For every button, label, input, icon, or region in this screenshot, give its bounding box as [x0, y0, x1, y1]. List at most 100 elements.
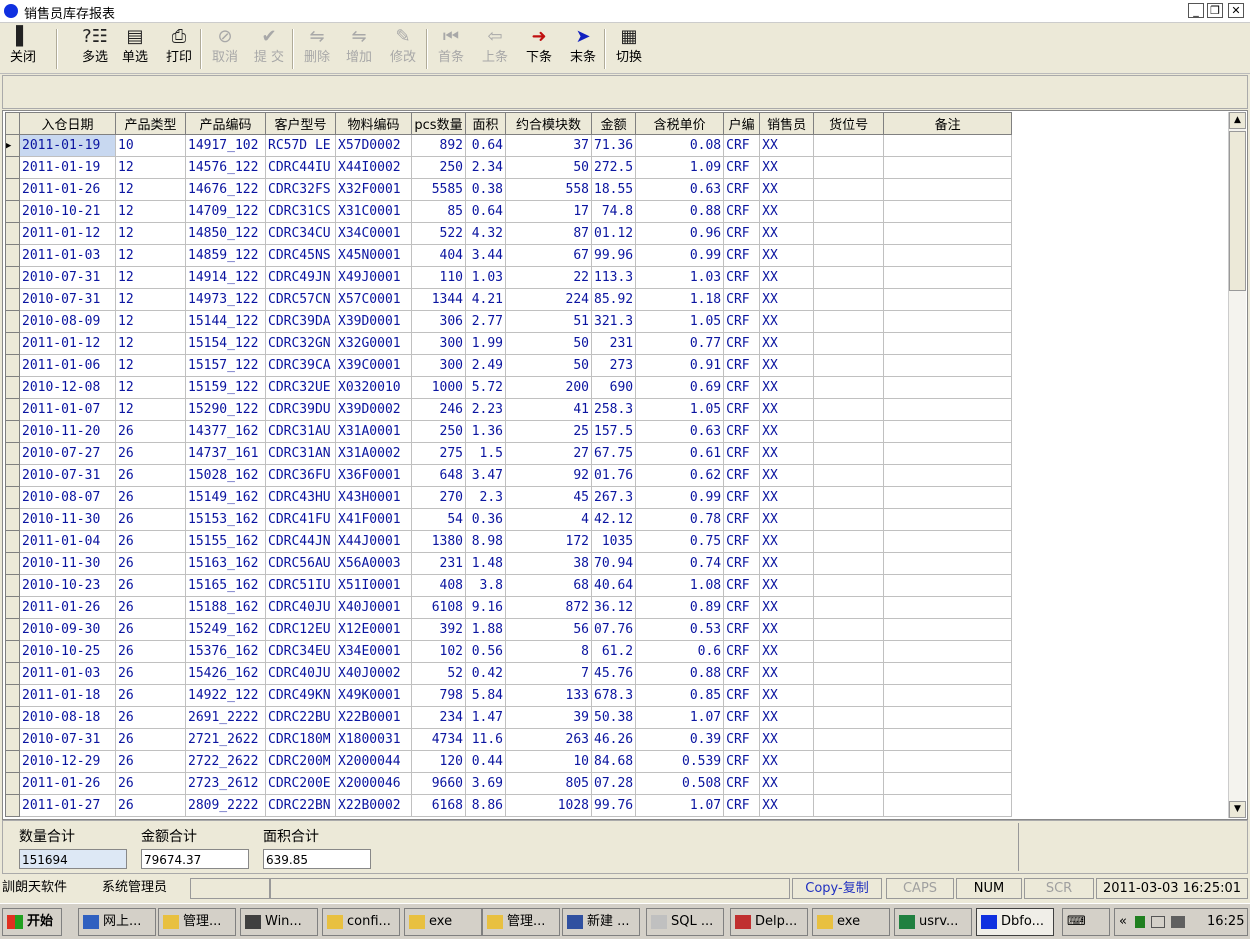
table-cell[interactable]: 2010-07-31 — [19, 266, 116, 289]
table-cell[interactable]: 1.18 — [635, 288, 725, 311]
table-cell[interactable]: CDRC31AN — [265, 442, 336, 465]
table-cell[interactable]: 2010-08-07 — [19, 486, 116, 509]
table-cell[interactable]: 1.09 — [635, 156, 725, 179]
table-cell[interactable]: 3.69 — [465, 772, 506, 795]
table-cell[interactable]: 2010-12-29 — [19, 750, 116, 773]
table-cell[interactable] — [813, 552, 885, 575]
table-cell[interactable]: CDRC200M — [265, 750, 336, 773]
table-cell[interactable]: X0320010 — [335, 376, 412, 399]
table-cell[interactable] — [883, 772, 1013, 795]
table-cell[interactable]: 2011-01-03 — [19, 662, 116, 685]
table-cell[interactable]: 2010-09-30 — [19, 618, 116, 641]
table-cell[interactable]: 46.26 — [590, 728, 637, 751]
table-cell[interactable]: 408 — [411, 574, 466, 597]
table-cell[interactable]: XX — [759, 310, 815, 333]
table-cell[interactable]: 1.05 — [635, 310, 725, 333]
table-cell[interactable]: 26 — [115, 508, 186, 531]
table-cell[interactable] — [813, 222, 885, 245]
table-cell[interactable]: 12 — [115, 332, 186, 355]
table-cell[interactable]: 2011-01-26 — [19, 178, 116, 201]
table-cell[interactable]: 234 — [411, 706, 466, 729]
table-row[interactable]: 2010-07-27 26 14737_161 CDRC31AN X31A0002 275… — [5, 442, 1013, 465]
table-cell[interactable]: XX — [759, 552, 815, 575]
table-cell[interactable]: 15376_162 — [185, 640, 266, 663]
table-cell[interactable]: 0.99 — [635, 486, 725, 509]
table-cell[interactable] — [813, 728, 885, 751]
table-cell[interactable]: CRF — [723, 552, 761, 575]
row-indicator[interactable] — [5, 464, 20, 487]
table-row[interactable]: 2011-01-06 12 15157_122 CDRC39CA X39C0001 300… — [5, 354, 1013, 377]
table-cell[interactable]: 0.96 — [635, 222, 725, 245]
toolbar-button-9[interactable]: ⏮ 首条 — [430, 25, 472, 71]
table-cell[interactable]: 56 — [505, 618, 592, 641]
table-cell[interactable]: 231 — [590, 332, 637, 355]
column-header[interactable]: 备注 — [883, 112, 1013, 135]
table-cell[interactable]: X49J0001 — [335, 266, 412, 289]
table-cell[interactable]: 71.36 — [590, 134, 637, 157]
table-cell[interactable]: 12 — [115, 222, 186, 245]
table-cell[interactable]: 14914_122 — [185, 266, 266, 289]
row-indicator[interactable] — [5, 354, 20, 377]
table-cell[interactable]: 26 — [115, 640, 186, 663]
table-cell[interactable]: 14917_102 — [185, 134, 266, 157]
security-icon[interactable] — [1151, 916, 1165, 928]
table-cell[interactable]: 10 — [115, 134, 186, 157]
table-cell[interactable] — [883, 662, 1013, 685]
table-cell[interactable]: 15426_162 — [185, 662, 266, 685]
table-cell[interactable] — [883, 552, 1013, 575]
table-cell[interactable]: CRF — [723, 684, 761, 707]
table-cell[interactable] — [883, 750, 1013, 773]
table-cell[interactable]: CDRC56AU — [265, 552, 336, 575]
row-indicator[interactable] — [5, 706, 20, 729]
data-grid[interactable]: 入仓日期 产品类型 产品编码 客户型号 物料编码 pcs数量 面积 约合模块数 金额 含税单价 户编… — [2, 110, 1248, 820]
toolbar-button-7[interactable]: ⇋ 增加 — [338, 25, 380, 71]
table-cell[interactable]: 2011-01-26 — [19, 772, 116, 795]
table-cell[interactable]: 1028 — [505, 794, 592, 817]
table-cell[interactable]: CDRC39CA — [265, 354, 336, 377]
table-cell[interactable]: 0.539 — [635, 750, 725, 773]
table-cell[interactable]: 84.68 — [590, 750, 637, 773]
table-cell[interactable]: 4.32 — [465, 222, 506, 245]
table-cell[interactable]: 99.96 — [590, 244, 637, 267]
table-cell[interactable]: 0.99 — [635, 244, 725, 267]
table-cell[interactable] — [813, 178, 885, 201]
table-cell[interactable] — [883, 508, 1013, 531]
table-cell[interactable]: CRF — [723, 134, 761, 157]
table-cell[interactable] — [883, 288, 1013, 311]
scroll-down-icon[interactable]: ▼ — [1229, 801, 1246, 818]
table-cell[interactable]: 15159_122 — [185, 376, 266, 399]
table-cell[interactable] — [883, 530, 1013, 553]
table-cell[interactable]: 2.3 — [465, 486, 506, 509]
table-cell[interactable]: 26 — [115, 486, 186, 509]
toolbar-button-5[interactable]: ✔ 提 交 — [248, 25, 290, 71]
table-cell[interactable]: 2.34 — [465, 156, 506, 179]
taskbar-item[interactable]: 网上... — [78, 908, 156, 936]
table-cell[interactable]: 5.72 — [465, 376, 506, 399]
table-cell[interactable]: 15154_122 — [185, 332, 266, 355]
table-cell[interactable]: 2809_2222 — [185, 794, 266, 817]
taskbar-item[interactable]: exe — [812, 908, 890, 936]
table-cell[interactable]: 92 — [505, 464, 592, 487]
table-row[interactable]: 2010-07-31 26 2721_2622 CDRC180M X1800031 473… — [5, 728, 1013, 751]
table-cell[interactable]: 133 — [505, 684, 592, 707]
table-cell[interactable]: CRF — [723, 442, 761, 465]
table-cell[interactable]: 0.38 — [465, 178, 506, 201]
table-row[interactable]: 2010-08-07 26 15149_162 CDRC43HU X43H0001 270… — [5, 486, 1013, 509]
column-header[interactable]: 产品编码 — [185, 112, 266, 135]
table-cell[interactable] — [883, 464, 1013, 487]
table-cell[interactable]: CDRC32FS — [265, 178, 336, 201]
table-cell[interactable]: 2011-01-19 — [19, 134, 116, 157]
table-row[interactable]: 2011-01-26 26 15188_162 CDRC40JU X40J0001 610… — [5, 596, 1013, 619]
table-cell[interactable]: 12 — [115, 376, 186, 399]
table-cell[interactable]: CRF — [723, 310, 761, 333]
table-cell[interactable]: 2010-10-21 — [19, 200, 116, 223]
table-cell[interactable]: 01.12 — [590, 222, 637, 245]
table-cell[interactable]: 27 — [505, 442, 592, 465]
table-cell[interactable]: 246 — [411, 398, 466, 421]
table-cell[interactable]: X2000044 — [335, 750, 412, 773]
table-cell[interactable]: X41F0001 — [335, 508, 412, 531]
table-cell[interactable]: 270 — [411, 486, 466, 509]
column-header[interactable]: 户编 — [723, 112, 761, 135]
row-indicator[interactable] — [5, 288, 20, 311]
table-cell[interactable]: X39D0001 — [335, 310, 412, 333]
